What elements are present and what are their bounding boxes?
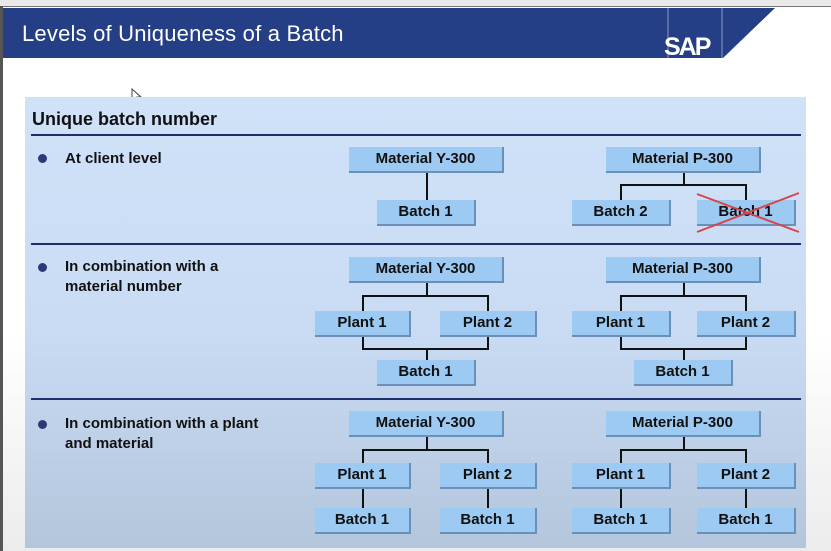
divider	[31, 243, 801, 245]
plant-box: Plant 1	[572, 311, 671, 337]
divider	[31, 134, 801, 136]
connector-line	[683, 349, 685, 360]
material-p300-box: Material P-300	[606, 257, 761, 283]
page-title: Levels of Uniqueness of a Batch	[22, 21, 344, 46]
material-y300-box: Material Y-300	[349, 147, 504, 173]
bullet-text-line1: In combination with a plant	[65, 415, 259, 432]
bullet-text-line2: and material	[65, 435, 154, 452]
bullet-icon	[38, 263, 47, 272]
sap-logo: SAP	[664, 33, 711, 61]
plant-box: Plant 1	[572, 463, 671, 489]
plant-box: Plant 1	[315, 463, 411, 489]
plant-box: Plant 2	[440, 463, 537, 489]
connector-line	[487, 449, 489, 463]
bullet-icon	[38, 154, 47, 163]
connector-line	[745, 489, 747, 508]
connector-line	[487, 295, 489, 311]
batch-box: Batch 1	[697, 508, 796, 534]
connector-line	[745, 449, 747, 463]
plant-box: Plant 2	[697, 311, 796, 337]
batch-box: Batch 1	[315, 508, 411, 534]
connector-line	[745, 295, 747, 311]
bullet-text-line1: In combination with a	[65, 258, 219, 275]
connector-line	[620, 184, 622, 200]
window-top-border	[0, 0, 831, 7]
batch-box: Batch 1	[377, 200, 476, 226]
connector-line	[487, 489, 489, 508]
connector-line	[620, 449, 622, 463]
batch-box: Batch 1	[440, 508, 537, 534]
batch-box: Batch 2	[572, 200, 671, 226]
connector-line	[362, 449, 489, 451]
cross-out-icon	[696, 192, 800, 233]
window-left-border	[0, 6, 3, 551]
connector-line	[426, 349, 428, 360]
material-y300-box: Material Y-300	[349, 411, 504, 437]
plant-box: Plant 1	[315, 311, 411, 337]
connector-line	[620, 449, 747, 451]
connector-line	[362, 449, 364, 463]
material-p300-box: Material P-300	[606, 147, 761, 173]
batch-box: Batch 1	[634, 360, 733, 386]
connector-line	[620, 184, 747, 186]
batch-box: Batch 1	[377, 360, 476, 386]
connector-line	[426, 173, 428, 200]
connector-line	[620, 295, 622, 311]
divider	[31, 398, 801, 400]
connector-line	[620, 489, 622, 508]
batch-box: Batch 1	[572, 508, 671, 534]
bullet-text-line2: material number	[65, 278, 182, 295]
plant-box: Plant 2	[697, 463, 796, 489]
material-p300-box: Material P-300	[606, 411, 761, 437]
bullet-icon	[38, 420, 47, 429]
bullet-text: At client level	[65, 150, 162, 167]
connector-line	[362, 489, 364, 508]
connector-line	[620, 295, 747, 297]
plant-box: Plant 2	[440, 311, 537, 337]
panel-heading: Unique batch number	[32, 109, 218, 129]
material-y300-box: Material Y-300	[349, 257, 504, 283]
connector-line	[362, 295, 489, 297]
connector-line	[362, 295, 364, 311]
